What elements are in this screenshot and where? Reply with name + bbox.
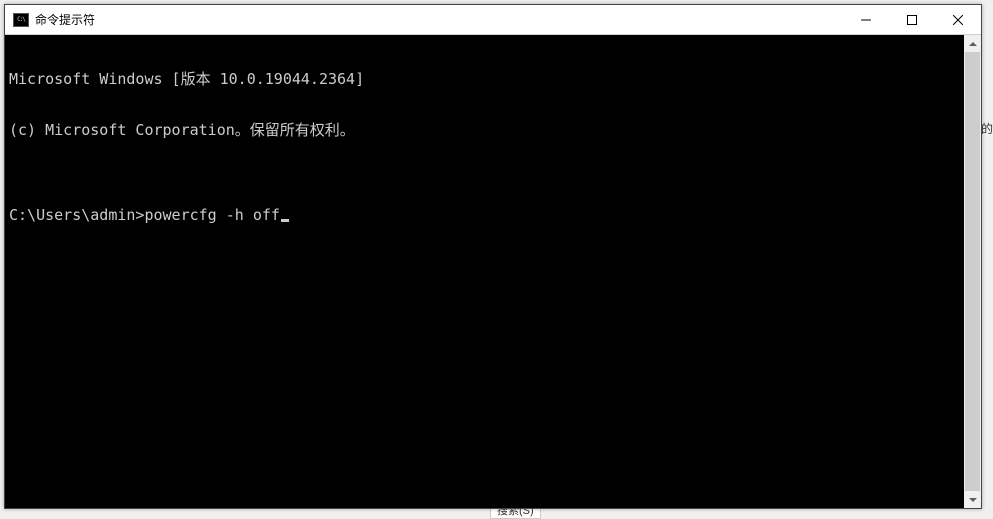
window-title: 命令提示符 [35, 11, 843, 28]
terminal-body: Microsoft Windows [版本 10.0.19044.2364] (… [5, 35, 981, 508]
scrollbar-thumb[interactable] [965, 52, 980, 491]
terminal-output-line: Microsoft Windows [版本 10.0.19044.2364] [9, 71, 960, 88]
titlebar[interactable]: C:\ 命令提示符 [5, 5, 981, 35]
command-prompt-window: C:\ 命令提示符 Microsoft Windows [版本 10.0.190… [4, 4, 982, 509]
terminal-output-line: (c) Microsoft Corporation。保留所有权利。 [9, 122, 960, 139]
scroll-down-button[interactable] [964, 491, 981, 508]
window-controls [843, 5, 981, 34]
terminal-command-input[interactable]: powercfg -h off [144, 207, 279, 224]
scroll-up-button[interactable] [964, 35, 981, 52]
scrollbar-track[interactable] [964, 52, 981, 491]
terminal-content[interactable]: Microsoft Windows [版本 10.0.19044.2364] (… [5, 35, 964, 508]
terminal-prompt-line: C:\Users\admin>powercfg -h off [9, 207, 960, 224]
cursor-icon [281, 219, 289, 222]
minimize-button[interactable] [843, 5, 889, 34]
close-button[interactable] [935, 5, 981, 34]
cmd-icon: C:\ [13, 13, 29, 27]
terminal-prompt: C:\Users\admin> [9, 207, 144, 224]
background-text-fragment: 的 [981, 120, 993, 137]
vertical-scrollbar[interactable] [964, 35, 981, 508]
maximize-button[interactable] [889, 5, 935, 34]
